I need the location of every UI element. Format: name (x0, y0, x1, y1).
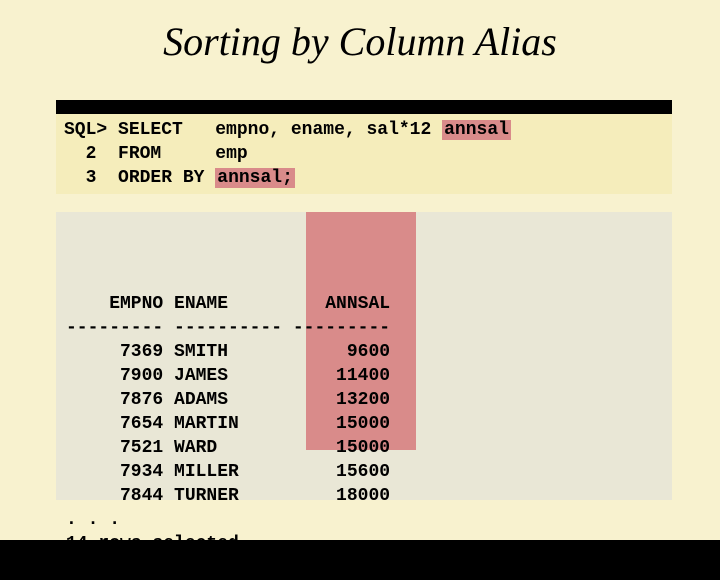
slide-title: Sorting by Column Alias (0, 18, 720, 65)
sql-line3-no: 3 (86, 168, 97, 188)
result-row: 7521 WARD 15000 (66, 438, 390, 458)
result-panel: EMPNO ENAME ANNSAL --------- ---------- … (56, 212, 672, 500)
result-row: 7900 JAMES 11400 (66, 366, 390, 386)
slide-bg-left (0, 100, 56, 520)
result-row: 7844 TURNER 18000 (66, 486, 390, 506)
sql-alias-highlight: annsal (442, 120, 511, 140)
sql-line2-no: 2 (86, 144, 97, 164)
result-ellipsis: . . . (66, 510, 120, 530)
sql-orderby-col-highlight: annsal; (215, 168, 295, 188)
sql-from-table: emp (215, 144, 247, 164)
sql-code-panel: SQL> SELECT empno, ename, sal*12 annsal … (56, 114, 672, 194)
result-row: 7369 SMITH 9600 (66, 342, 390, 362)
result-divider: --------- ---------- --------- (66, 318, 390, 338)
result-row: 7876 ADAMS 13200 (66, 390, 390, 410)
sql-select-cols: empno, ename, sal*12 (215, 120, 431, 140)
sql-from-kw: FROM (118, 144, 161, 164)
result-header: EMPNO ENAME ANNSAL (66, 294, 390, 314)
sql-orderby-kw: ORDER BY (118, 168, 204, 188)
sql-select-kw: SELECT (118, 120, 183, 140)
sql-prompt: SQL> (64, 120, 107, 140)
slide-bg-right (672, 100, 720, 520)
result-row: 7654 MARTIN 15000 (66, 414, 390, 434)
result-row: 7934 MILLER 15600 (66, 462, 390, 482)
result-text: EMPNO ENAME ANNSAL --------- ---------- … (66, 292, 662, 556)
result-footer: 14 rows selected. (66, 534, 250, 554)
